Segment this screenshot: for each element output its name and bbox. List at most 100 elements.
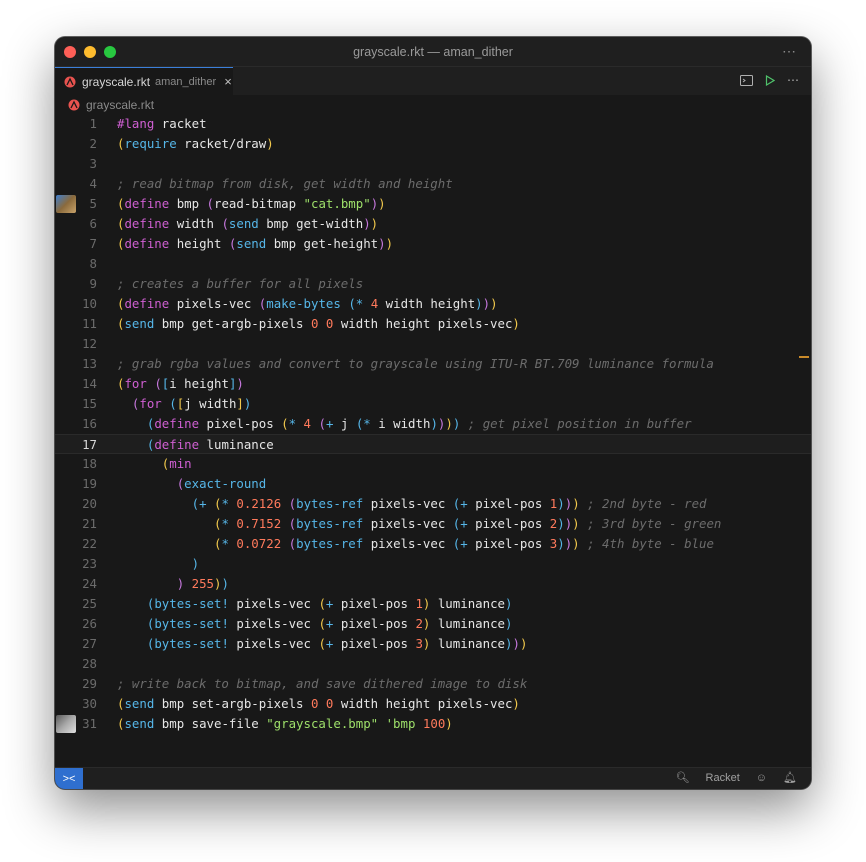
code-token: (	[221, 216, 229, 231]
code-line[interactable]: 2 (require racket/draw)	[55, 134, 811, 154]
code-line[interactable]: 27 (bytes-set! pixels-vec (+ pixel-pos 3…	[55, 634, 811, 654]
breadcrumb: grayscale.rkt	[55, 95, 811, 115]
code-token: (	[169, 396, 177, 411]
code-token: )	[512, 696, 520, 711]
code-text: (define pixels-vec (make-bytes (* 4 widt…	[117, 294, 498, 314]
copilot-icon[interactable]: ☺	[756, 772, 767, 784]
code-token: send	[236, 236, 267, 251]
run-icon[interactable]	[765, 74, 775, 86]
code-line[interactable]: 1 #lang racket	[55, 114, 811, 134]
code-text: (define height (send bmp get-height))	[117, 234, 393, 254]
code-line[interactable]: 26 (bytes-set! pixels-vec (+ pixel-pos 2…	[55, 614, 811, 634]
line-number: 14	[82, 376, 97, 391]
tab-grayscale[interactable]: grayscale.rkt aman_dither ×	[55, 67, 233, 95]
zoom-icon[interactable]: 🔍︎	[676, 771, 690, 784]
code-token: width height pixels-vec	[333, 696, 513, 711]
code-line[interactable]: 8	[55, 254, 811, 274]
editor-actions: ⋯	[740, 73, 799, 87]
close-tab-icon[interactable]: ×	[224, 74, 232, 89]
code-token: exact-round	[184, 476, 267, 491]
code-line[interactable]: 7 (define height (send bmp get-height))	[55, 234, 811, 254]
code-line[interactable]: 3	[55, 154, 811, 174]
code-token: pixels-vec	[363, 496, 453, 511]
code-token: for	[124, 376, 147, 391]
code-line[interactable]: 15 (for ([j width])	[55, 394, 811, 414]
code-token: (	[318, 416, 326, 431]
code-line[interactable]: 12	[55, 334, 811, 354]
code-token: ; write back to bitmap, and save dithere…	[117, 676, 528, 691]
code-line[interactable]: 23 )	[55, 554, 811, 574]
image-preview-icon[interactable]	[56, 715, 76, 733]
code-line[interactable]: 14 (for ([i height])	[55, 374, 811, 394]
code-line[interactable]: 17 (define luminance	[55, 434, 811, 454]
code-token: pixel-pos	[467, 516, 550, 531]
code-token: (	[318, 616, 326, 631]
code-line[interactable]: 13 ; grab rgba values and convert to gray…	[55, 354, 811, 374]
code-line[interactable]: 28	[55, 654, 811, 674]
code-line[interactable]: 25 (bytes-set! pixels-vec (+ pixel-pos 1…	[55, 594, 811, 614]
code-text: (send bmp set-argb-pixels 0 0 width heig…	[117, 694, 520, 714]
remote-indicator-icon[interactable]: ><	[55, 768, 83, 789]
line-number: 29	[82, 676, 97, 691]
code-line[interactable]: 18 (min	[55, 454, 811, 474]
more-actions-icon[interactable]: ⋯	[782, 43, 797, 60]
code-token: pixels-vec	[363, 516, 453, 531]
code-token: *	[363, 416, 371, 431]
code-line[interactable]: 21 (* 0.7152 (bytes-ref pixels-vec (+ pi…	[55, 514, 811, 534]
line-number: 20	[82, 496, 97, 511]
code-line[interactable]: 24 ) 255))	[55, 574, 811, 594]
terminal-icon[interactable]	[740, 74, 753, 86]
code-token: pixels-vec	[228, 636, 319, 651]
code-text: (bytes-set! pixels-vec (+ pixel-pos 1) l…	[117, 594, 513, 614]
code-line[interactable]: 6 (define width (send bmp get-width))	[55, 214, 811, 234]
code-line[interactable]: 22 (* 0.0722 (bytes-ref pixels-vec (+ pi…	[55, 534, 811, 554]
line-number: 9	[89, 276, 97, 291]
code-line[interactable]: 19 (exact-round	[55, 474, 811, 494]
code-token: 100	[422, 716, 446, 731]
code-line[interactable]: 30 (send bmp set-argb-pixels 0 0 width he…	[55, 694, 811, 714]
code-line[interactable]: 4 ; read bitmap from disk, get width and …	[55, 174, 811, 194]
code-token: 3	[415, 636, 423, 651]
breadcrumb-file[interactable]: grayscale.rkt	[86, 98, 154, 112]
language-mode[interactable]: Racket	[706, 772, 740, 784]
code-line[interactable]: 10 (define pixels-vec (make-bytes (* 4 wi…	[55, 294, 811, 314]
code-token: )	[482, 296, 491, 311]
code-token: (	[154, 376, 162, 391]
code-token: )	[512, 316, 520, 331]
line-number: 1	[89, 116, 97, 131]
code-token: *	[221, 536, 229, 551]
code-token: ; read bitmap from disk, get width and h…	[117, 176, 453, 191]
code-editor[interactable]: 1 #lang racket 2 (require racket/draw) 3 4; r…	[55, 113, 811, 767]
line-number: 22	[82, 536, 97, 551]
code-token: )	[519, 636, 528, 651]
code-token: ; 2nd byte - red	[579, 496, 707, 511]
code-text: #lang racket	[117, 114, 207, 134]
code-line[interactable]: 31 (send bmp save-file "grayscale.bmp" 'b…	[55, 714, 811, 734]
code-line[interactable]: 11 (send bmp get-argb-pixels 0 0 width he…	[55, 314, 811, 334]
more-tab-actions-icon[interactable]: ⋯	[787, 73, 799, 87]
code-text: ; creates a buffer for all pixels	[117, 274, 363, 294]
line-number: 3	[89, 156, 97, 171]
code-line[interactable]: 29 ; write back to bitmap, and save dithe…	[55, 674, 811, 694]
code-token: )	[221, 576, 229, 591]
code-token: width height pixels-vec	[333, 316, 513, 331]
code-line[interactable]: 9 ; creates a buffer for all pixels	[55, 274, 811, 294]
window-title: grayscale.rkt — aman_dither	[353, 45, 513, 59]
code-token: bmp get-width	[258, 216, 364, 231]
code-line[interactable]: 20 (+ (* 0.2126 (bytes-ref pixels-vec (+…	[55, 494, 811, 514]
code-token: luminance	[430, 596, 505, 611]
notifications-icon[interactable]: 🔔︎	[783, 771, 797, 784]
line-number: 19	[82, 476, 97, 491]
line-number: 2	[89, 136, 97, 151]
code-text: (for ([i height])	[117, 374, 244, 394]
line-number: 8	[89, 256, 97, 271]
code-line[interactable]: 5 (define bmp (read-bitmap "cat.bmp"))	[55, 194, 811, 214]
code-token: bytes-set!	[154, 636, 229, 651]
code-token: *	[221, 516, 229, 531]
code-token: +	[460, 516, 468, 531]
image-preview-icon[interactable]	[56, 195, 76, 213]
code-line[interactable]: 16 (define pixel-pos (* 4 (+ j (* i widt…	[55, 414, 811, 434]
